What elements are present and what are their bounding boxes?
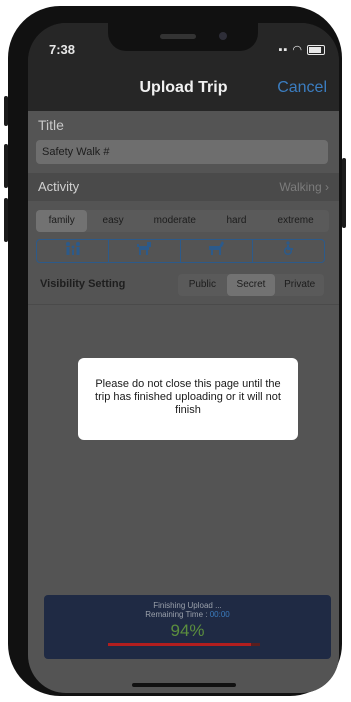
- speaker: [160, 34, 196, 39]
- phone-frame: 7:38 ▪▪ ◠ Upload Trip Cancel Title Safet…: [8, 6, 342, 696]
- wheelchair-icon[interactable]: [253, 240, 324, 262]
- home-indicator[interactable]: [132, 683, 236, 687]
- horse-icon[interactable]: [181, 240, 253, 262]
- upload-form: Title Safety Walk # Activity Walking › f…: [28, 111, 339, 693]
- divider: [28, 304, 339, 305]
- screen: 7:38 ▪▪ ◠ Upload Trip Cancel Title Safet…: [28, 23, 339, 693]
- difficulty-moderate[interactable]: moderate: [139, 210, 211, 232]
- volume-up-button: [4, 144, 8, 188]
- status-icons: ▪▪ ◠: [278, 43, 325, 56]
- visibility-private[interactable]: Private: [275, 274, 324, 296]
- family-icon[interactable]: [37, 240, 109, 262]
- mute-switch: [4, 96, 8, 126]
- title-label: Title: [38, 117, 64, 133]
- visibility-segmented-control: Public Secret Private: [178, 274, 324, 296]
- battery-icon: [307, 45, 325, 56]
- upload-progress-bar: [108, 643, 260, 646]
- activity-value-text: Walking: [279, 180, 322, 194]
- activity-value: Walking ›: [279, 180, 329, 194]
- wifi-icon: ◠: [292, 44, 303, 56]
- cancel-button[interactable]: Cancel: [277, 79, 327, 97]
- visibility-public[interactable]: Public: [178, 274, 227, 296]
- visibility-secret[interactable]: Secret: [226, 274, 276, 296]
- remaining-time: Remaining Time : 00:00: [44, 610, 331, 619]
- volume-down-button: [4, 198, 8, 242]
- remaining-time-label: Remaining Time :: [145, 610, 208, 619]
- power-button: [342, 158, 346, 228]
- difficulty-hard[interactable]: hard: [211, 210, 262, 232]
- difficulty-easy[interactable]: easy: [87, 210, 138, 232]
- title-input[interactable]: Safety Walk #: [36, 140, 328, 164]
- upload-progress-fill: [108, 643, 251, 646]
- visibility-label: Visibility Setting: [40, 278, 126, 290]
- accessibility-segmented-control: [36, 239, 325, 263]
- upload-progress-panel: Finishing Upload ... Remaining Time : 00…: [44, 595, 331, 659]
- nav-bar: Upload Trip Cancel: [28, 67, 339, 111]
- activity-label: Activity: [38, 179, 80, 194]
- difficulty-family[interactable]: family: [36, 210, 88, 232]
- signal-icon: ▪▪: [278, 44, 289, 56]
- notch: [108, 23, 258, 51]
- upload-warning-dialog: Please do not close this page until the …: [78, 358, 298, 440]
- remaining-time-value: 00:00: [209, 610, 230, 619]
- activity-row[interactable]: Activity Walking ›: [28, 173, 339, 201]
- difficulty-extreme[interactable]: extreme: [262, 210, 329, 232]
- status-time: 7:38: [49, 42, 76, 57]
- upload-percent: 94%: [170, 621, 205, 640]
- camera: [219, 32, 227, 40]
- dialog-message: Please do not close this page until the …: [95, 378, 281, 416]
- upload-status: Finishing Upload ...: [153, 601, 222, 610]
- chevron-right-icon: ›: [325, 180, 329, 194]
- status-bar: 7:38 ▪▪ ◠: [28, 23, 339, 67]
- difficulty-segmented-control: family easy moderate hard extreme: [36, 210, 329, 232]
- dog-icon[interactable]: [109, 240, 181, 262]
